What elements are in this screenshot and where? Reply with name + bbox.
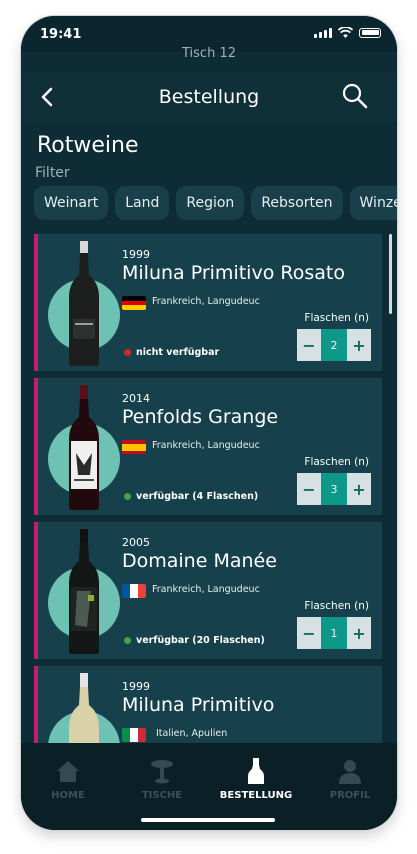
wine-origin: Frankreich, Langudeuc — [152, 584, 260, 595]
user-icon — [339, 760, 361, 784]
de-flag-icon — [122, 296, 146, 310]
table-icon — [151, 760, 173, 784]
wine-bottle-icon — [69, 529, 99, 654]
it-flag-icon — [122, 728, 146, 742]
wine-year: 2014 — [122, 392, 150, 405]
wine-card[interactable]: 2005 Domaine Manée Frankreich, Langudeuc… — [34, 522, 382, 659]
tab-bestellung[interactable]: BESTELLUNG — [209, 743, 303, 830]
filter-chip-land[interactable]: Land — [115, 186, 170, 220]
tab-profil[interactable]: PROFIL — [303, 743, 397, 830]
quantity-value: 2 — [321, 329, 347, 361]
quantity-value: 1 — [321, 617, 347, 649]
status-text: verfügbar (4 Flaschen) — [136, 491, 259, 502]
home-indicator — [141, 818, 275, 822]
quantity-label: Flaschen (n) — [304, 456, 369, 468]
home-icon — [57, 761, 79, 782]
signal-icon — [314, 27, 332, 38]
tab-label: PROFIL — [329, 790, 371, 801]
filter-chip-weinart[interactable]: Weinart — [34, 186, 109, 220]
wine-origin: Frankreich, Langudeuc — [152, 440, 260, 451]
table-label: Tisch 12 — [182, 46, 236, 61]
list-scrollbar[interactable] — [389, 234, 392, 314]
filter-chip-rebsorten[interactable]: Rebsorten — [251, 186, 343, 220]
wine-name: Miluna Primitivo — [122, 694, 275, 716]
wifi-icon — [338, 27, 353, 38]
wine-card[interactable]: 1999 Miluna Primitivo Rosato Frankreich,… — [34, 234, 382, 371]
filter-chip-winzer[interactable]: Winze — [349, 186, 397, 220]
wine-name: Domaine Manée — [122, 550, 277, 572]
phone-screen: 19:41 Tisch 12 Bestellung Rotweine Filte… — [21, 16, 397, 830]
wine-year: 1999 — [122, 248, 150, 261]
tab-tische[interactable]: TISCHE — [115, 743, 209, 830]
wine-year: 1999 — [122, 680, 150, 693]
status-dot — [124, 349, 131, 356]
bottle-icon — [248, 758, 264, 784]
tab-label: BESTELLUNG — [219, 790, 293, 801]
wine-card[interactable]: 1999 Miluna Primitivo Italien, Apulien — [34, 666, 382, 744]
wine-year: 2005 — [122, 536, 150, 549]
availability-status: nicht verfügbar — [124, 347, 219, 358]
filter-chip-region[interactable]: Region — [176, 186, 245, 220]
es-flag-icon — [122, 440, 146, 454]
increment-button[interactable]: + — [347, 329, 371, 361]
wine-card[interactable]: 2014 Penfolds Grange Frankreich, Langude… — [34, 378, 382, 515]
quantity-stepper: − 2 + — [297, 329, 371, 361]
decrement-button[interactable]: − — [297, 617, 321, 649]
increment-button[interactable]: + — [347, 473, 371, 505]
tab-label: HOME — [51, 790, 85, 801]
status-dot — [124, 493, 131, 500]
bottom-tab-bar: HOME TISCHE BESTELLUNG PROFIL — [21, 743, 397, 830]
wine-bottle-icon — [69, 673, 99, 744]
decrement-button[interactable]: − — [297, 329, 321, 361]
section-title: Rotweine — [37, 133, 139, 158]
filter-chips: Weinart Land Region Rebsorten Winze — [34, 186, 397, 220]
wine-list[interactable]: 1999 Miluna Primitivo Rosato Frankreich,… — [34, 234, 382, 744]
wine-origin: Frankreich, Langudeuc — [152, 296, 260, 307]
decrement-button[interactable]: − — [297, 473, 321, 505]
search-icon[interactable] — [341, 82, 369, 110]
status-text: verfügbar (20 Flaschen) — [136, 635, 265, 646]
status-dot — [124, 637, 131, 644]
wine-bottle-icon — [69, 385, 99, 510]
wine-name: Penfolds Grange — [122, 406, 279, 428]
increment-button[interactable]: + — [347, 617, 371, 649]
status-bar: 19:41 Tisch 12 — [21, 16, 397, 61]
status-time: 19:41 — [40, 27, 82, 42]
quantity-stepper: − 3 + — [297, 473, 371, 505]
quantity-label: Flaschen (n) — [304, 600, 369, 612]
filter-label: Filter — [35, 165, 70, 181]
status-text: nicht verfügbar — [136, 347, 220, 358]
battery-icon — [359, 27, 381, 38]
wine-bottle-icon — [69, 241, 99, 366]
app-header: Bestellung — [21, 72, 397, 122]
quantity-value: 3 — [321, 473, 347, 505]
wine-name: Miluna Primitivo Rosato — [122, 262, 345, 284]
tab-label: TISCHE — [141, 790, 183, 801]
quantity-label: Flaschen (n) — [304, 312, 369, 324]
quantity-stepper: − 1 + — [297, 617, 371, 649]
fr-flag-icon — [122, 584, 146, 598]
availability-status: verfügbar (20 Flaschen) — [124, 635, 265, 646]
tab-home[interactable]: HOME — [21, 743, 115, 830]
status-icons — [314, 27, 381, 38]
wine-origin: Italien, Apulien — [156, 728, 228, 739]
availability-status: verfügbar (4 Flaschen) — [124, 491, 258, 502]
